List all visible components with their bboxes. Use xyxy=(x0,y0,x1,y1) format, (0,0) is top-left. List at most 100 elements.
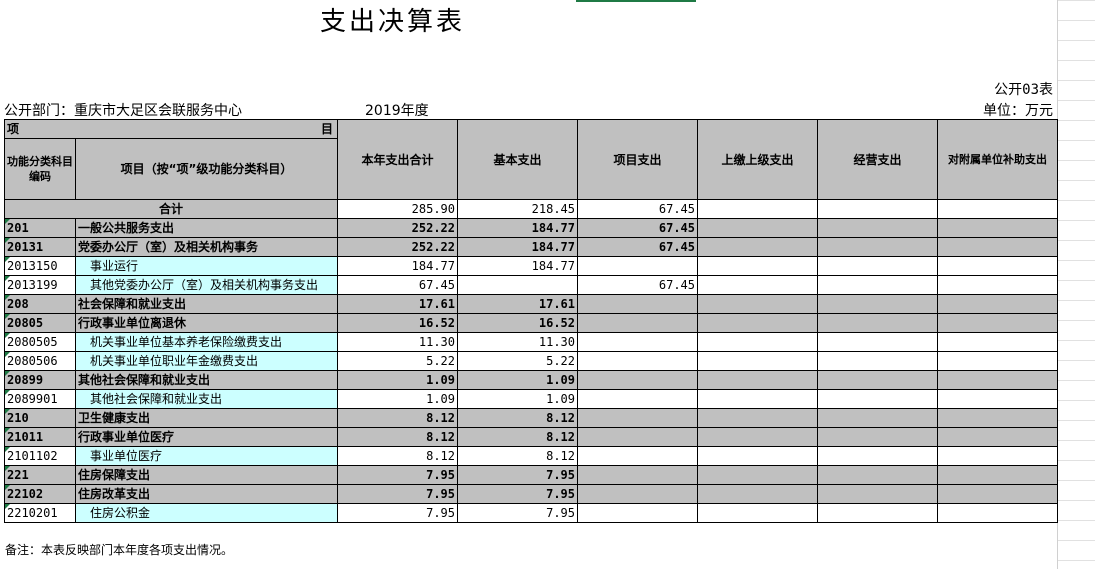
total-cell[interactable]: 1.09 xyxy=(337,370,458,390)
name-cell[interactable]: 其他社会保障和就业支出 xyxy=(75,370,338,390)
project-cell[interactable] xyxy=(577,408,698,428)
subsidy-cell[interactable] xyxy=(937,275,1058,295)
basic-cell[interactable]: 184.77 xyxy=(457,218,578,238)
name-cell[interactable]: 事业运行 xyxy=(75,256,338,276)
project-cell[interactable]: 67.45 xyxy=(577,218,698,238)
name-cell[interactable]: 卫生健康支出 xyxy=(75,408,338,428)
item-header-cell[interactable]: 项 目 xyxy=(4,119,338,139)
operating-cell[interactable] xyxy=(817,218,938,238)
superior-header[interactable]: 上缴上级支出 xyxy=(697,119,818,200)
total-cell[interactable]: 8.12 xyxy=(337,427,458,447)
name-cell[interactable]: 社会保障和就业支出 xyxy=(75,294,338,314)
total-cell[interactable]: 8.12 xyxy=(337,446,458,466)
code-cell[interactable]: 208 xyxy=(4,294,76,314)
total-cell[interactable]: 252.22 xyxy=(337,237,458,257)
total-cell[interactable]: 8.12 xyxy=(337,408,458,428)
total-cell[interactable]: 7.95 xyxy=(337,484,458,504)
operating-cell[interactable] xyxy=(817,465,938,485)
superior-cell[interactable] xyxy=(697,446,818,466)
project-cell[interactable] xyxy=(577,351,698,371)
superior-cell[interactable] xyxy=(697,256,818,276)
subsidy-cell[interactable] xyxy=(937,294,1058,314)
basic-cell[interactable]: 11.30 xyxy=(457,332,578,352)
code-cell[interactable]: 2013150 xyxy=(4,256,76,276)
subsidy-cell[interactable] xyxy=(937,408,1058,428)
name-cell[interactable]: 党委办公厅（室）及相关机构事务 xyxy=(75,237,338,257)
subsidy-cell[interactable] xyxy=(937,484,1058,504)
operating-cell[interactable] xyxy=(817,370,938,390)
superior-cell[interactable] xyxy=(697,389,818,409)
basic-cell[interactable]: 1.09 xyxy=(457,370,578,390)
operating-cell[interactable] xyxy=(817,237,938,257)
code-cell[interactable]: 20131 xyxy=(4,237,76,257)
operating-cell[interactable] xyxy=(817,332,938,352)
project-cell[interactable]: 67.45 xyxy=(577,275,698,295)
superior-cell[interactable] xyxy=(697,370,818,390)
code-cell[interactable]: 2080506 xyxy=(4,351,76,371)
subsidy-cell[interactable] xyxy=(937,465,1058,485)
total-cell[interactable]: 252.22 xyxy=(337,218,458,238)
total-superior-cell[interactable] xyxy=(697,199,818,219)
basic-cell[interactable]: 7.95 xyxy=(457,503,578,523)
project-cell[interactable] xyxy=(577,389,698,409)
operating-header[interactable]: 经营支出 xyxy=(817,119,938,200)
superior-cell[interactable] xyxy=(697,427,818,447)
subsidy-cell[interactable] xyxy=(937,218,1058,238)
operating-cell[interactable] xyxy=(817,256,938,276)
superior-cell[interactable] xyxy=(697,465,818,485)
basic-cell[interactable]: 8.12 xyxy=(457,427,578,447)
operating-cell[interactable] xyxy=(817,503,938,523)
project-cell[interactable] xyxy=(577,465,698,485)
total-project-cell[interactable]: 67.45 xyxy=(577,199,698,219)
code-cell[interactable]: 2101102 xyxy=(4,446,76,466)
project-cell[interactable] xyxy=(577,446,698,466)
basic-cell[interactable]: 8.12 xyxy=(457,446,578,466)
total-cell[interactable]: 11.30 xyxy=(337,332,458,352)
subsidy-header[interactable]: 对附属单位补助支出 xyxy=(937,119,1058,200)
superior-cell[interactable] xyxy=(697,503,818,523)
operating-cell[interactable] xyxy=(817,294,938,314)
operating-cell[interactable] xyxy=(817,408,938,428)
superior-cell[interactable] xyxy=(697,237,818,257)
code-cell[interactable]: 201 xyxy=(4,218,76,238)
total-cell[interactable]: 5.22 xyxy=(337,351,458,371)
total-cell[interactable]: 7.95 xyxy=(337,503,458,523)
basic-cell[interactable]: 7.95 xyxy=(457,465,578,485)
name-cell[interactable]: 机关事业单位职业年金缴费支出 xyxy=(75,351,338,371)
operating-cell[interactable] xyxy=(817,389,938,409)
subsidy-cell[interactable] xyxy=(937,313,1058,333)
code-cell[interactable]: 210 xyxy=(4,408,76,428)
superior-cell[interactable] xyxy=(697,484,818,504)
total-operating-cell[interactable] xyxy=(817,199,938,219)
project-cell[interactable] xyxy=(577,484,698,504)
subsidy-cell[interactable] xyxy=(937,237,1058,257)
superior-cell[interactable] xyxy=(697,294,818,314)
code-cell[interactable]: 20805 xyxy=(4,313,76,333)
basic-cell[interactable]: 184.77 xyxy=(457,256,578,276)
total-cell[interactable]: 17.61 xyxy=(337,294,458,314)
subsidy-cell[interactable] xyxy=(937,427,1058,447)
superior-cell[interactable] xyxy=(697,332,818,352)
name-header[interactable]: 项目（按“项”级功能分类科目） xyxy=(75,138,338,200)
operating-cell[interactable] xyxy=(817,446,938,466)
code-header[interactable]: 功能分类科目编码 xyxy=(4,138,76,200)
basic-cell[interactable]: 17.61 xyxy=(457,294,578,314)
project-cell[interactable] xyxy=(577,332,698,352)
project-cell[interactable] xyxy=(577,294,698,314)
name-cell[interactable]: 行政事业单位医疗 xyxy=(75,427,338,447)
subsidy-cell[interactable] xyxy=(937,503,1058,523)
subsidy-cell[interactable] xyxy=(937,446,1058,466)
name-cell[interactable]: 住房公积金 xyxy=(75,503,338,523)
superior-cell[interactable] xyxy=(697,351,818,371)
operating-cell[interactable] xyxy=(817,427,938,447)
project-cell[interactable] xyxy=(577,313,698,333)
code-cell[interactable]: 2013199 xyxy=(4,275,76,295)
project-cell[interactable] xyxy=(577,370,698,390)
subsidy-cell[interactable] xyxy=(937,370,1058,390)
code-cell[interactable]: 221 xyxy=(4,465,76,485)
superior-cell[interactable] xyxy=(697,313,818,333)
code-cell[interactable]: 2089901 xyxy=(4,389,76,409)
name-cell[interactable]: 机关事业单位基本养老保险缴费支出 xyxy=(75,332,338,352)
total-total-cell[interactable]: 285.90 xyxy=(337,199,458,219)
operating-cell[interactable] xyxy=(817,351,938,371)
